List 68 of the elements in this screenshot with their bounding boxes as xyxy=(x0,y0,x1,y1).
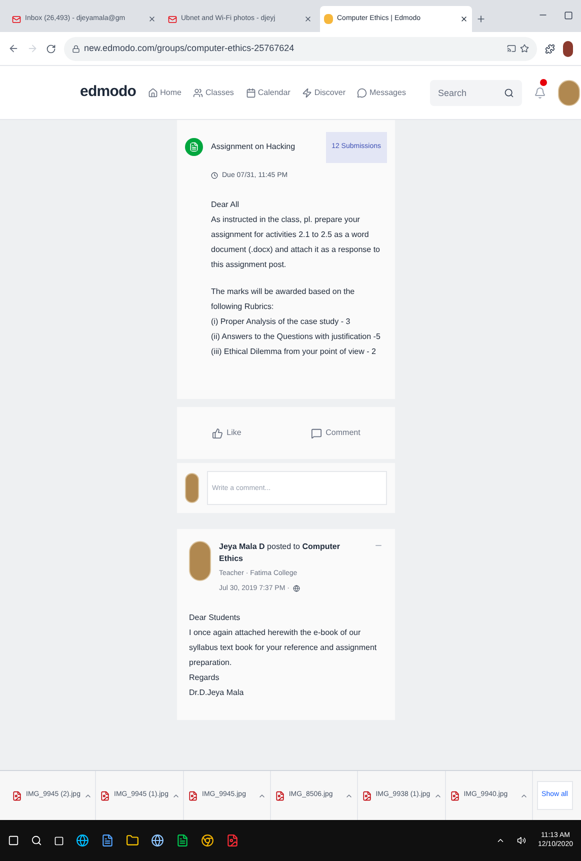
assignment-title[interactable]: Assignment on Hacking xyxy=(211,141,318,154)
calendar-icon xyxy=(246,88,256,98)
post-author-line: Jeya Mala D posted to Computer Ethics xyxy=(219,541,341,565)
extension-icon[interactable] xyxy=(545,44,555,54)
nav-link[interactable]: Home xyxy=(148,86,182,98)
image-file-icon xyxy=(362,790,372,800)
post-text: I once again attached herewith the e-book of our syllabus text book for your reference and assignment preparation. xyxy=(189,627,378,669)
folder-icon[interactable] xyxy=(126,834,139,847)
speech-bubble-icon xyxy=(310,428,322,438)
lightning-icon xyxy=(302,88,312,98)
start-icon[interactable] xyxy=(8,835,19,846)
search-icon[interactable] xyxy=(504,88,514,98)
browser-icon[interactable] xyxy=(76,834,89,847)
assignment-icon xyxy=(185,138,203,156)
image-file-icon xyxy=(188,790,198,800)
post-text: Dear Students xyxy=(189,612,242,624)
body-text: As instructed in the class, pl. prepare your assignment for activities 2.1 to 2.5 as a word document (.docx) and attach it as a response to this assignment post. xyxy=(211,214,381,271)
notification-icon[interactable] xyxy=(534,86,546,98)
body-text: (ii) Answers to the Questions with justification -5 xyxy=(211,331,382,343)
post-text: Dr.D.Jeya Mala xyxy=(189,687,245,699)
mail-icon xyxy=(168,14,177,24)
back-icon[interactable] xyxy=(8,43,19,54)
site-icon xyxy=(324,14,333,24)
body-text: The marks will be awarded based on the following Rubrics: xyxy=(211,286,356,313)
avatar xyxy=(185,473,199,503)
body-text: (iii) Ethical Dilemma from your point of view - 2 xyxy=(211,346,377,358)
image-file-icon xyxy=(274,790,285,800)
maximize-icon[interactable] xyxy=(564,11,573,20)
image-file-icon xyxy=(100,790,110,800)
avatar xyxy=(189,541,211,581)
chat-icon xyxy=(357,88,368,98)
search-field[interactable]: Search xyxy=(430,80,522,106)
reload-icon[interactable] xyxy=(46,44,56,54)
body-text: (i) Proper Analysis of the case study - 3 xyxy=(211,316,352,328)
star-icon[interactable] xyxy=(520,44,529,53)
nav-link[interactable]: Messages xyxy=(357,86,406,98)
address-bar[interactable]: new.edmodo.com/groups/computer-ethics-25767624 xyxy=(64,36,537,60)
volume-icon[interactable] xyxy=(516,836,526,845)
close-icon[interactable] xyxy=(460,15,468,23)
thumbs-up-icon xyxy=(212,428,223,438)
people-icon xyxy=(193,88,204,98)
body-text: Dear All xyxy=(211,199,240,211)
profile-avatar[interactable] xyxy=(563,40,573,56)
lock-icon xyxy=(72,44,80,52)
nav-link[interactable]: Calendar xyxy=(246,86,290,98)
globe-icon[interactable] xyxy=(151,834,164,847)
mail-icon xyxy=(12,14,21,24)
site-logo[interactable]: edmodo xyxy=(80,81,136,104)
nav-link[interactable]: Classes xyxy=(193,86,234,98)
image-file-icon xyxy=(12,790,22,800)
notification-badge xyxy=(540,78,547,86)
cast-icon[interactable] xyxy=(507,44,516,53)
image-file-icon xyxy=(450,790,460,800)
url-text: new.edmodo.com/groups/computer-ethics-25767624 xyxy=(84,42,294,55)
task-view-icon[interactable] xyxy=(54,836,64,846)
file-icon[interactable] xyxy=(226,834,239,847)
post-text: Regards xyxy=(189,672,220,684)
like-button[interactable]: Like xyxy=(212,427,242,439)
new-tab-icon[interactable] xyxy=(476,14,486,24)
globe-icon xyxy=(293,585,300,592)
comment-button[interactable]: Comment xyxy=(310,427,360,439)
chrome-icon[interactable] xyxy=(201,834,214,847)
nav-link[interactable]: Discover xyxy=(302,86,346,98)
document-icon[interactable] xyxy=(101,834,114,847)
spreadsheet-icon[interactable] xyxy=(176,834,189,847)
home-icon xyxy=(148,88,158,98)
avatar xyxy=(558,80,580,106)
clock-icon xyxy=(211,172,218,180)
